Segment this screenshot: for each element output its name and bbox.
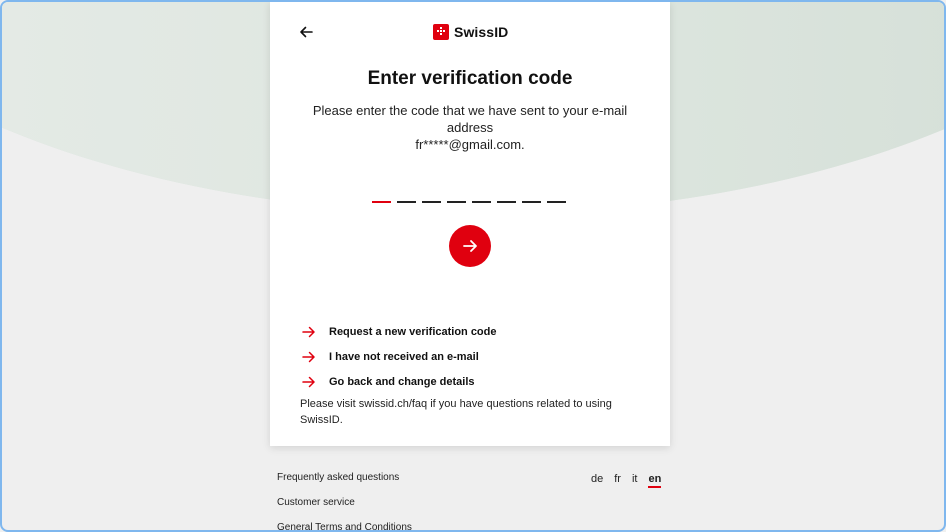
code-digit-slot[interactable] <box>422 201 441 203</box>
code-digit-slot[interactable] <box>547 201 566 203</box>
masked-email: fr*****@gmail.com. <box>415 137 525 152</box>
footer-faq-link[interactable]: Frequently asked questions <box>277 471 412 496</box>
request-new-code-link[interactable]: Request a new verification code <box>302 319 497 344</box>
help-links: Request a new verification code I have n… <box>302 319 497 394</box>
link-label: Go back and change details <box>329 375 475 388</box>
arrow-right-icon <box>302 376 315 387</box>
code-digit-slot[interactable] <box>397 201 416 203</box>
code-digit-slot[interactable] <box>522 201 541 203</box>
code-digit-slot[interactable] <box>372 201 391 203</box>
instruction-text: Please enter the code that we have sent … <box>290 102 650 153</box>
go-back-change-details-link[interactable]: Go back and change details <box>302 369 497 394</box>
footer-links: Frequently asked questions Customer serv… <box>277 471 412 530</box>
brand-name: SwissID <box>454 24 509 40</box>
verification-code-input[interactable] <box>372 201 566 203</box>
code-digit-slot[interactable] <box>472 201 491 203</box>
language-option-it[interactable]: it <box>632 473 638 485</box>
arrow-right-icon <box>302 326 315 337</box>
swissid-logo-icon <box>433 24 449 40</box>
back-arrow-icon[interactable] <box>296 22 316 42</box>
faq-note: Please visit swissid.ch/faq if you have … <box>300 398 612 426</box>
code-digit-slot[interactable] <box>447 201 466 203</box>
language-option-de[interactable]: de <box>591 473 603 485</box>
submit-button[interactable] <box>449 225 491 267</box>
language-option-fr[interactable]: fr <box>614 473 621 485</box>
link-label: Request a new verification code <box>329 325 497 338</box>
browser-frame: SwissID Enter verification code Please e… <box>0 0 946 532</box>
page-title: Enter verification code <box>367 68 573 89</box>
not-received-email-link[interactable]: I have not received an e-mail <box>302 344 497 369</box>
swissid-logo: SwissID <box>433 23 508 41</box>
verification-card: SwissID Enter verification code Please e… <box>270 2 670 446</box>
language-option-en[interactable]: en <box>648 473 661 488</box>
arrow-right-icon <box>302 351 315 362</box>
code-digit-slot[interactable] <box>497 201 516 203</box>
instruction-line: Please enter the code that we have sent … <box>312 103 628 135</box>
language-switcher: de fr it en <box>591 473 661 488</box>
footer-customer-service-link[interactable]: Customer service <box>277 496 412 521</box>
link-label: I have not received an e-mail <box>329 350 479 363</box>
footer-terms-link[interactable]: General Terms and Conditions <box>277 521 412 530</box>
arrow-right-icon <box>463 240 477 252</box>
